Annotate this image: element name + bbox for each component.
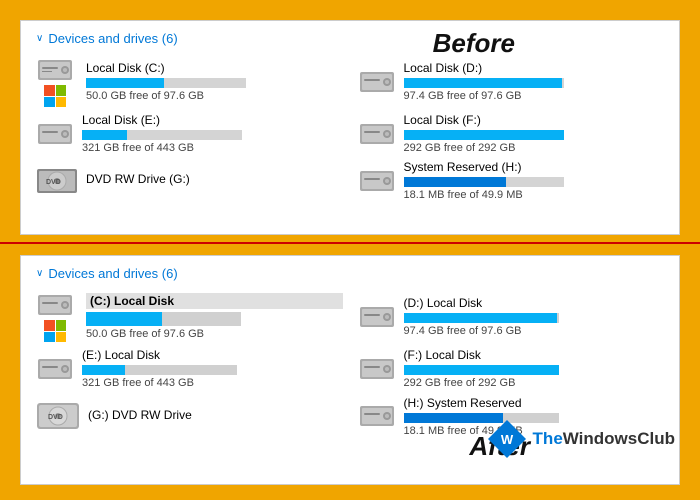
drive-info-e-after: (E:) Local Disk 321 GB free of 443 GB [82,348,343,389]
before-label: Before [433,28,515,59]
drive-name-g-after: (G:) DVD RW Drive [88,408,343,422]
drive-free-d-after: 97.4 GB free of 97.6 GB [404,325,665,337]
chevron-icon-after: ∨ [36,268,43,279]
progress-fill-e-before [82,130,127,140]
drive-info-h-before: System Reserved (H:) 18.1 MB free of 49.… [404,160,665,201]
drive-item-f-after: (F:) Local Disk 292 GB free of 292 GB [358,348,665,389]
hdd-icon-c-after [36,291,74,319]
drive-item-f-before: Local Disk (F:) 292 GB free of 292 GB [358,113,665,154]
win-tile-c [44,85,66,107]
progress-fill-f-before [404,130,564,140]
progress-fill-d-after [404,313,557,323]
hdd-icon-d [358,68,396,96]
drive-info-f-before: Local Disk (F:) 292 GB free of 292 GB [404,113,665,154]
drive-info-d-after: (D:) Local Disk 97.4 GB free of 97.6 GB [404,296,665,337]
drive-item-h-before: System Reserved (H:) 18.1 MB free of 49.… [358,160,665,201]
before-section-header: ∨ Devices and drives (6) [36,31,664,46]
drive-name-f-after: (F:) Local Disk [404,348,665,362]
progress-fill-e-after [82,365,125,375]
drive-item-c-after: (C:) Local Disk 50.0 GB free of 97.6 GB [36,291,343,342]
svg-text:DVD: DVD [46,179,61,186]
main-container: ∨ Devices and drives (6) [0,0,700,500]
drive-free-e-before: 321 GB free of 443 GB [82,142,343,154]
win-tile-c-after [44,320,66,342]
drive-item-c-before: Local Disk (C:) 50.0 GB free of 97.6 GB [36,56,343,107]
watermark: W TheWindowsClub [486,418,675,460]
hdd-icon-h [358,167,396,195]
progress-fill-f-after [404,365,559,375]
drive-name-d-after: (D:) Local Disk [404,296,665,310]
dvd-icon-g-after: DVD [36,395,80,437]
progress-fill-c-before [86,78,164,88]
hdd-icon-c [36,56,74,84]
drive-free-h-before: 18.1 MB free of 49.9 MB [404,189,665,201]
divider-line [0,242,700,244]
panel-before: ∨ Devices and drives (6) [20,20,680,235]
drive-name-c-after: (C:) Local Disk [86,293,343,309]
drive-name-f-before: Local Disk (F:) [404,113,665,127]
drive-name-h-before: System Reserved (H:) [404,160,665,174]
hdd-icon-f-after [358,355,396,383]
after-section-label: Devices and drives (6) [48,266,177,281]
hdd-icon-e-after [36,355,74,383]
progress-bar-h-before [404,177,564,187]
drive-info-e-before: Local Disk (E:) 321 GB free of 443 GB [82,113,343,154]
hdd-icon-d-after [358,303,396,331]
drive-name-e-before: Local Disk (E:) [82,113,343,127]
drive-name-g-before: DVD RW Drive (G:) [86,172,343,186]
drive-info-f-after: (F:) Local Disk 292 GB free of 292 GB [404,348,665,389]
progress-fill-d-before [404,78,562,88]
drive-item-e-after: (E:) Local Disk 321 GB free of 443 GB [36,348,343,389]
after-section-header: ∨ Devices and drives (6) [36,266,664,281]
svg-text:W: W [500,432,513,447]
hdd-icon-e [36,120,74,148]
drive-item-d-after: (D:) Local Disk 97.4 GB free of 97.6 GB [358,291,665,342]
chevron-icon: ∨ [36,33,43,44]
drive-item-g-after: DVD (G:) DVD RW Drive [36,395,343,437]
progress-bar-f-before [404,130,564,140]
drive-name-e-after: (E:) Local Disk [82,348,343,362]
drive-info-c-before: Local Disk (C:) 50.0 GB free of 97.6 GB [86,61,343,102]
drive-free-f-before: 292 GB free of 292 GB [404,142,665,154]
progress-bar-d-after [404,313,559,323]
watermark-text: TheWindowsClub [533,429,675,449]
drive-name-d-before: Local Disk (D:) [404,61,665,75]
hdd-icon-h-after [358,402,396,430]
drive-free-d-before: 97.4 GB free of 97.6 GB [404,90,665,102]
svg-text:DVD: DVD [48,414,63,421]
drive-info-g-after: (G:) DVD RW Drive [88,408,343,425]
drive-info-g-before: DVD RW Drive (G:) [86,172,343,189]
hdd-icon-f [358,120,396,148]
progress-fill-h-before [404,177,506,187]
progress-bar-f-after [404,365,559,375]
watermark-logo: W [486,418,528,460]
drive-free-c-after: 50.0 GB free of 97.6 GB [86,328,343,340]
progress-bar-e-after [82,365,237,375]
drive-info-d-before: Local Disk (D:) 97.4 GB free of 97.6 GB [404,61,665,102]
drive-item-g-before: DVD DVD RW Drive (G:) [36,160,343,201]
dvd-icon-g: DVD [36,161,78,201]
progress-bar-d-before [404,78,564,88]
drive-free-e-after: 321 GB free of 443 GB [82,377,343,389]
before-section-label: Devices and drives (6) [48,31,177,46]
progress-fill-c-after [86,312,162,326]
drive-item-d-before: Local Disk (D:) 97.4 GB free of 97.6 GB [358,56,665,107]
drive-name-h-after: (H:) System Reserved [404,396,665,410]
progress-bar-e-before [82,130,242,140]
drive-name-c-before: Local Disk (C:) [86,61,343,75]
drive-free-f-after: 292 GB free of 292 GB [404,377,665,389]
drive-info-c-after: (C:) Local Disk 50.0 GB free of 97.6 GB [86,293,343,340]
drive-item-e-before: Local Disk (E:) 321 GB free of 443 GB [36,113,343,154]
drive-free-c-before: 50.0 GB free of 97.6 GB [86,90,343,102]
progress-bar-c-after [86,312,241,326]
progress-bar-c-before [86,78,246,88]
